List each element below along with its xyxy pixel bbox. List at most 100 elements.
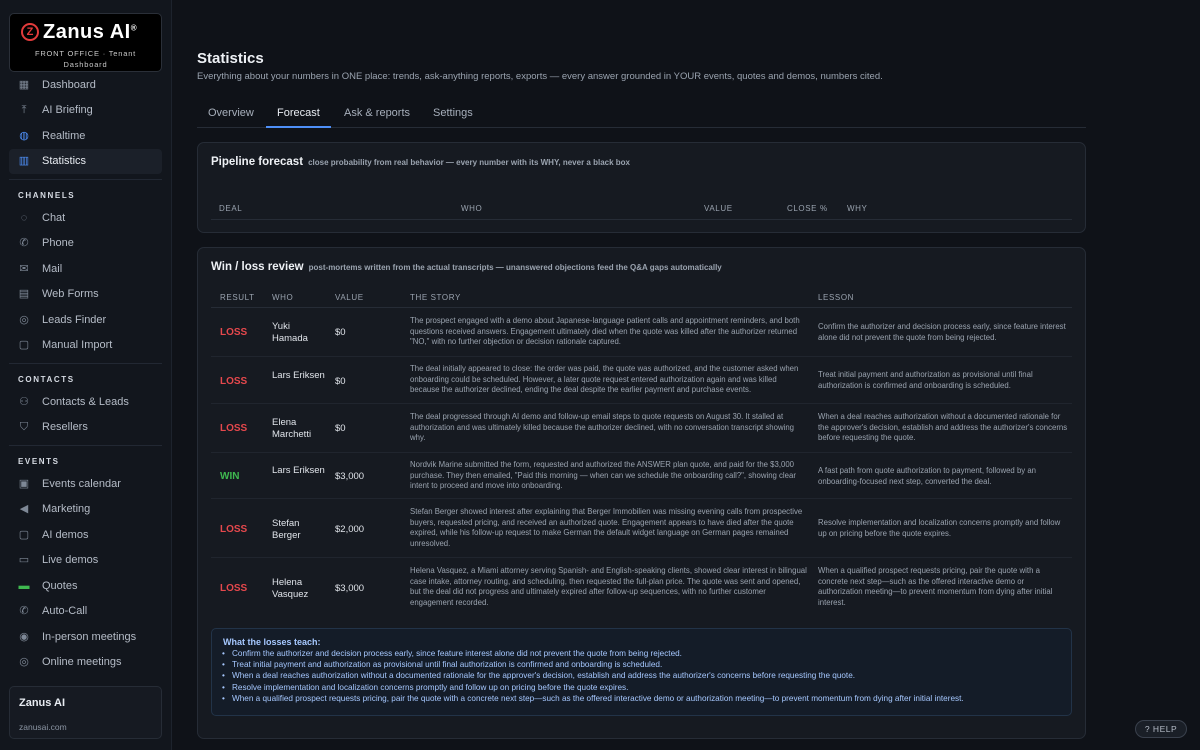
nav-item-dashboard[interactable]: ▦ Dashboard [9, 72, 162, 98]
tab-forecast[interactable]: Forecast [266, 101, 331, 128]
chat-icon: ◌ [20, 211, 28, 224]
row-story: The deal initially appeared to close: th… [410, 364, 799, 394]
row-who: Lars Eriksen [272, 465, 325, 476]
col-lesson[interactable]: LESSON [818, 293, 854, 302]
row-who: Stefan Berger [272, 518, 301, 541]
nav-item-contacts-leads[interactable]: ⚇ Contacts & Leads [9, 389, 162, 415]
nav-item-web-forms[interactable]: ▤ Web Forms [9, 282, 162, 308]
dashboard-icon: ▦ [18, 78, 30, 91]
nav-label: Contacts & Leads [42, 395, 129, 408]
nav-label: Web Forms [42, 288, 99, 301]
tab-settings[interactable]: Settings [422, 101, 484, 128]
nav-label: Online meetings [42, 656, 122, 669]
nav-item-realtime[interactable]: ◍ Realtime [9, 123, 162, 149]
teach-item: Resolve implementation and localization … [222, 682, 1061, 693]
col-deal[interactable]: DEAL [219, 204, 242, 213]
nav-item-events-calendar[interactable]: ▣ Events calendar [9, 471, 162, 497]
tab-ask-reports[interactable]: Ask & reports [333, 101, 421, 128]
row-value: $0 [335, 423, 346, 434]
row-lesson: When a qualified prospect requests prici… [818, 566, 1053, 607]
card-description: close probability from real behavior — e… [308, 158, 630, 167]
nav-label: Leads Finder [42, 313, 107, 326]
row-story: Helena Vasquez, a Miami attorney serving… [410, 566, 807, 607]
nav-item-phone[interactable]: ✆ Phone [9, 231, 162, 257]
nav-item-quotes[interactable]: ▬ Quotes [9, 573, 162, 599]
table-row[interactable]: LOSS Helena Vasquez $3,000 Helena Vasque… [211, 558, 1072, 618]
nav-label: Events calendar [42, 477, 121, 490]
users-icon: ⚇ [19, 395, 29, 408]
col-value[interactable]: VALUE [335, 293, 364, 302]
nav-main: ▦ Dashboard ⤒ AI Briefing ◍ Realtime ▥ Stati… [9, 72, 162, 675]
nav-item-in-person-meetings[interactable]: ◉ In-person meetings [9, 624, 162, 650]
win-loss-card: Win / loss review post-mortems written f… [197, 247, 1086, 739]
card-title: Pipeline forecast [211, 156, 304, 168]
row-lesson: Confirm the authorizer and decision proc… [818, 322, 1066, 342]
nav-label: Resellers [42, 421, 88, 434]
nav-item-ai-demos[interactable]: ▢ AI demos [9, 522, 162, 548]
table-row[interactable]: LOSS Elena Marchetti $0 The deal progres… [211, 404, 1072, 453]
col-who[interactable]: WHO [272, 293, 293, 302]
row-value: $0 [335, 376, 346, 387]
result-badge: LOSS [220, 524, 248, 535]
tenant-card[interactable]: Zanus AI zanusai.com [9, 686, 162, 739]
page-title: Statistics [197, 50, 264, 67]
nav-item-chat[interactable]: ◌ Chat [9, 205, 162, 231]
nav-label: AI demos [42, 528, 89, 541]
nav-item-resellers[interactable]: ⛉ Resellers [9, 415, 162, 441]
megaphone-icon: ◀ [19, 503, 29, 516]
nav-item-mail[interactable]: ✉ Mail [9, 256, 162, 282]
map-pin-icon: ◉ [19, 630, 29, 643]
nav-item-manual-import[interactable]: ▢ Manual Import [9, 333, 162, 359]
col-why[interactable]: WHY [847, 204, 867, 213]
row-value: $2,000 [335, 524, 365, 535]
col-who[interactable]: WHO [461, 204, 482, 213]
divider [9, 445, 162, 446]
section-events: EVENTS [18, 457, 60, 466]
nav-label: Dashboard [42, 78, 96, 91]
nav-item-online-meetings[interactable]: ◎ Online meetings [9, 650, 162, 676]
nav-item-leads-finder[interactable]: ◎ Leads Finder [9, 307, 162, 333]
tab-overview[interactable]: Overview [197, 101, 265, 128]
col-story[interactable]: THE STORY [410, 293, 461, 302]
nav-item-statistics[interactable]: ▥ Statistics [9, 148, 162, 174]
col-value[interactable]: VALUE [704, 204, 733, 213]
nav-item-auto-call[interactable]: ✆ Auto-Call [9, 599, 162, 625]
table-row[interactable]: LOSS Stefan Berger $2,000 Stefan Berger … [211, 499, 1072, 558]
upload-icon: ⤒ [21, 104, 27, 117]
globe-icon: ◍ [19, 129, 29, 142]
row-story: The deal progressed through AI demo and … [410, 412, 794, 442]
nav-item-marketing[interactable]: ◀ Marketing [9, 497, 162, 523]
brand-logo[interactable]: Z Zanus AI® FRONT OFFICE · Tenant Dashbo… [9, 13, 162, 72]
row-lesson: Treat initial payment and authorization … [818, 370, 1033, 390]
section-channels: CHANNELS [18, 191, 76, 200]
teach-list: Confirm the authorizer and decision proc… [222, 648, 1061, 704]
money-icon: ▬ [18, 579, 30, 592]
brand-subtitle: FRONT OFFICE · Tenant Dashboard [34, 49, 137, 69]
col-close-pct[interactable]: CLOSE % [787, 204, 828, 213]
nav-label: Quotes [42, 579, 78, 592]
table-row[interactable]: WIN Lars Eriksen $3,000 Nordvik Marine s… [211, 453, 1072, 499]
row-story: Nordvik Marine submitted the form, reque… [410, 460, 796, 490]
nav-label: Statistics [42, 155, 87, 168]
help-button[interactable]: ? HELP [1135, 720, 1187, 738]
divider [211, 219, 1072, 220]
radar-icon: ◎ [19, 313, 29, 326]
row-story: The prospect engaged with a demo about J… [410, 316, 800, 346]
teach-item: Treat initial payment and authorization … [222, 659, 1061, 670]
col-result[interactable]: RESULT [220, 293, 255, 302]
divider [9, 363, 162, 364]
row-value: $3,000 [335, 471, 365, 482]
nav-label: Mail [42, 262, 63, 275]
mail-icon: ✉ [19, 262, 29, 275]
nav-label: Phone [42, 237, 74, 250]
calendar-icon: ▣ [18, 477, 30, 490]
nav-item-live-demos[interactable]: ▭ Live demos [9, 548, 162, 574]
sidebar: Z Zanus AI® FRONT OFFICE · Tenant Dashbo… [0, 0, 172, 750]
row-who: Elena Marchetti [272, 417, 312, 440]
table-row[interactable]: LOSS Yuki Hamada $0 The prospect engaged… [211, 308, 1072, 357]
nav-item-ai-briefing[interactable]: ⤒ AI Briefing [9, 98, 162, 124]
table-row[interactable]: LOSS Lars Eriksen $0 The deal initially … [211, 357, 1072, 404]
nav-label: Realtime [42, 129, 86, 142]
brand-name: Zanus AI [43, 21, 131, 43]
tenant-name: Zanus AI [19, 697, 66, 709]
